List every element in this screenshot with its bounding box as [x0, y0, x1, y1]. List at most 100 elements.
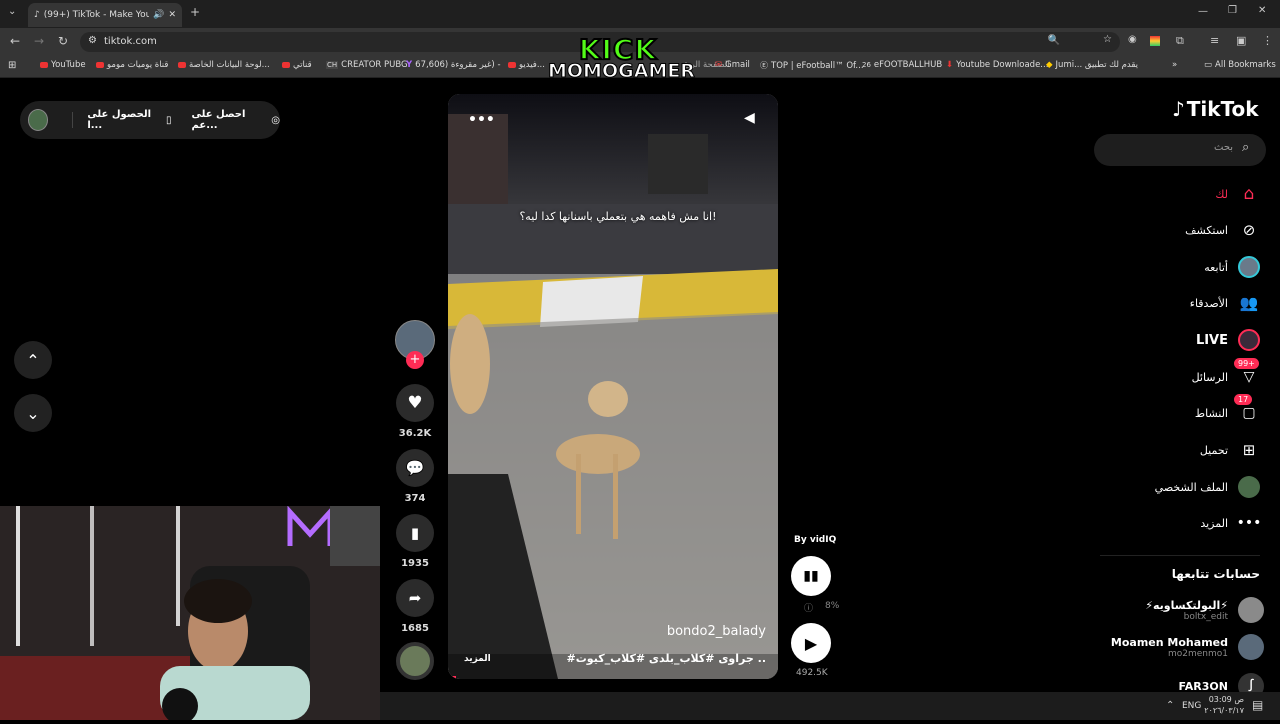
- reload-icon[interactable]: ↻: [58, 34, 68, 48]
- get-app-bar: الحصول على ا... ▯ احصل على عم... ◎: [20, 101, 280, 139]
- video-author[interactable]: bondo2_balady: [667, 624, 766, 639]
- tiktok-logo[interactable]: ♪ TikTok: [1172, 97, 1259, 121]
- comment-count: 374: [404, 493, 426, 504]
- tab-title: (99+) TikTok - Make Your Da: [43, 10, 150, 20]
- tiktok-note-icon: ♪: [1172, 97, 1185, 121]
- zoom-icon[interactable]: 🔍: [1048, 35, 1060, 46]
- video-description: #جراوى #كلاب_بلدى #كلاب_كيوت ..: [566, 652, 766, 665]
- tray-chevron-icon[interactable]: ⌃: [1166, 700, 1174, 711]
- sidebar-item-following[interactable]: أتابعه: [1204, 256, 1260, 278]
- browser-tab-bar: ⌄ ♪ (99+) TikTok - Make Your Da 🔊 ✕ + — …: [0, 0, 1280, 28]
- sidebar-item-for-you[interactable]: لك ⌂: [1215, 183, 1260, 205]
- apps-grid-icon[interactable]: ⊞: [8, 60, 16, 71]
- following-account[interactable]: Moamen Mohamed mo2menmo1: [1111, 634, 1264, 660]
- clock[interactable]: 03:09 ص ٢٠٢٦/٠٣/١٧: [1200, 694, 1244, 716]
- bookmark-video[interactable]: فيديو...: [508, 60, 545, 70]
- webcam-scene: [0, 505, 380, 724]
- previous-video-button[interactable]: ⌃: [14, 341, 52, 379]
- bookmark-youtube-downloader[interactable]: ⬇ Youtube Downloade...: [946, 60, 1048, 70]
- volume-icon[interactable]: ◀: [744, 110, 755, 126]
- get-desktop-app-button[interactable]: احصل على عم... ◎: [192, 109, 281, 131]
- vidiq-views: 492.5K: [796, 668, 828, 678]
- bookmark-efootball[interactable]: Ⓔ TOP | eFootball™ Of...: [760, 60, 864, 71]
- forward-icon[interactable]: →: [34, 34, 44, 48]
- bookmark-efootballhub[interactable]: 26 eFOOTBALLHUB: [862, 60, 942, 70]
- sidebar-item-upload[interactable]: تحميل ⊞: [1200, 439, 1260, 461]
- language-indicator[interactable]: ENG: [1182, 701, 1201, 711]
- bookmark-creator-pubg[interactable]: CH CREATOR PUBG: [326, 60, 408, 70]
- share-arrow-icon: ➦: [408, 589, 422, 607]
- new-tab-icon[interactable]: +: [190, 5, 200, 19]
- download-icon: ⬇: [946, 60, 954, 70]
- get-mobile-app-button[interactable]: الحصول على ا... ▯: [87, 109, 171, 131]
- share-button[interactable]: ➦: [396, 579, 434, 617]
- account-name: ⚡البولتكساويه⚡: [1145, 598, 1228, 612]
- extensions-puzzle-icon[interactable]: ⧉: [1176, 34, 1184, 48]
- following-avatar-icon: [1238, 256, 1260, 278]
- vidiq-stats-button[interactable]: ▮▮: [791, 556, 831, 596]
- notifications-icon[interactable]: ▤: [1252, 698, 1263, 712]
- bookmark-gmail[interactable]: ✉ Gmail: [715, 60, 750, 70]
- following-account[interactable]: ⚡البولتكساويه⚡ boltx_edit: [1145, 597, 1264, 623]
- youtube-icon: [508, 62, 516, 68]
- share-count: 1685: [401, 623, 429, 634]
- music-disc-icon[interactable]: [396, 642, 434, 680]
- search-icon[interactable]: ⌕: [1242, 140, 1249, 155]
- speaker-icon[interactable]: 🔊: [153, 10, 164, 20]
- video-options-icon[interactable]: •••: [468, 112, 495, 128]
- messages-icon: ▽ 99+: [1234, 358, 1260, 388]
- all-bookmarks[interactable]: ▭ All Bookmarks: [1204, 60, 1276, 70]
- description-more-button[interactable]: المزيد: [464, 654, 491, 664]
- search-input[interactable]: بحث ⌕: [1094, 134, 1266, 166]
- bookmark-dashboard[interactable]: لوحة البيانات الخاصة...: [178, 60, 270, 70]
- play-button[interactable]: ▶: [791, 623, 831, 663]
- vidiq-score: ⓘ 8%: [804, 601, 840, 614]
- profile-avatar-icon: [1238, 476, 1260, 498]
- media-icon[interactable]: ≡: [1210, 34, 1219, 47]
- sidebar-item-more[interactable]: المزيد •••: [1200, 512, 1261, 534]
- account-handle: boltx_edit: [1183, 611, 1228, 622]
- kick-stream-overlay: KICK MOMOGAMER: [548, 35, 696, 82]
- sidebar-item-messages[interactable]: الرسائل ▽ 99+: [1192, 358, 1260, 388]
- video-player[interactable]: ••• ◀ انا مش فاهمه هي بتعملي باسنانها كد…: [448, 94, 778, 679]
- sidebar-item-profile[interactable]: الملف الشخصي: [1155, 476, 1260, 498]
- extension-icon[interactable]: [1150, 36, 1160, 46]
- video-progress-bar[interactable]: [448, 676, 456, 679]
- browser-tab[interactable]: ♪ (99+) TikTok - Make Your Da 🔊 ✕: [28, 3, 182, 27]
- avatar: [1238, 634, 1264, 660]
- bookmark-yahoo-mail[interactable]: Y 67,606) غير مقروءة) -: [406, 60, 501, 70]
- window-close-icon[interactable]: ✕: [1258, 5, 1266, 16]
- sidebar-item-activity[interactable]: النشاط ▢ 17: [1195, 394, 1260, 424]
- bookmarks-overflow-icon[interactable]: »: [1172, 60, 1177, 70]
- back-icon[interactable]: ←: [10, 34, 20, 48]
- bookmark-jumi[interactable]: ◆ Jumi... يقدم لك تطبيق: [1046, 60, 1138, 70]
- comment-button[interactable]: 💬: [396, 449, 434, 487]
- tab-list-icon[interactable]: ⌄: [8, 6, 16, 17]
- menu-kebab-icon[interactable]: ⋮: [1262, 34, 1273, 47]
- like-button[interactable]: ♥: [396, 384, 434, 422]
- tab-close-icon[interactable]: ✕: [168, 10, 176, 20]
- bookmark-youtube[interactable]: YouTube: [40, 60, 86, 70]
- live-icon: [1238, 329, 1260, 351]
- youtube-icon: [282, 62, 290, 68]
- youtube-icon: [40, 62, 48, 68]
- next-video-button[interactable]: ⌄: [14, 394, 52, 432]
- yahoo-icon: Y: [406, 60, 413, 70]
- sidebar-item-explore[interactable]: استكشف ⊘: [1185, 219, 1260, 241]
- user-avatar[interactable]: [28, 109, 49, 131]
- save-button[interactable]: ▮: [396, 514, 434, 552]
- minimize-icon[interactable]: —: [1198, 6, 1208, 17]
- camera-icon[interactable]: ◉: [1128, 34, 1137, 45]
- gmail-icon: ✉: [715, 60, 723, 70]
- restore-icon[interactable]: ❐: [1228, 5, 1237, 16]
- follow-plus-icon[interactable]: +: [406, 351, 424, 369]
- sidebar-item-live[interactable]: LIVE: [1196, 329, 1260, 351]
- bookmark-my-channel[interactable]: قناتي: [282, 60, 312, 70]
- sidebar-item-friends[interactable]: الأصدقاء 👥: [1190, 292, 1260, 314]
- info-icon: ⓘ: [804, 604, 814, 614]
- site-info-icon[interactable]: ⚙: [88, 35, 97, 46]
- bookmark-star-icon[interactable]: ☆: [1103, 34, 1112, 45]
- profile-icon[interactable]: ▣: [1236, 34, 1246, 47]
- bookmark-momo-channel[interactable]: قناة يوميات مومو: [96, 60, 168, 70]
- chevron-up-icon: ⌃: [26, 350, 40, 370]
